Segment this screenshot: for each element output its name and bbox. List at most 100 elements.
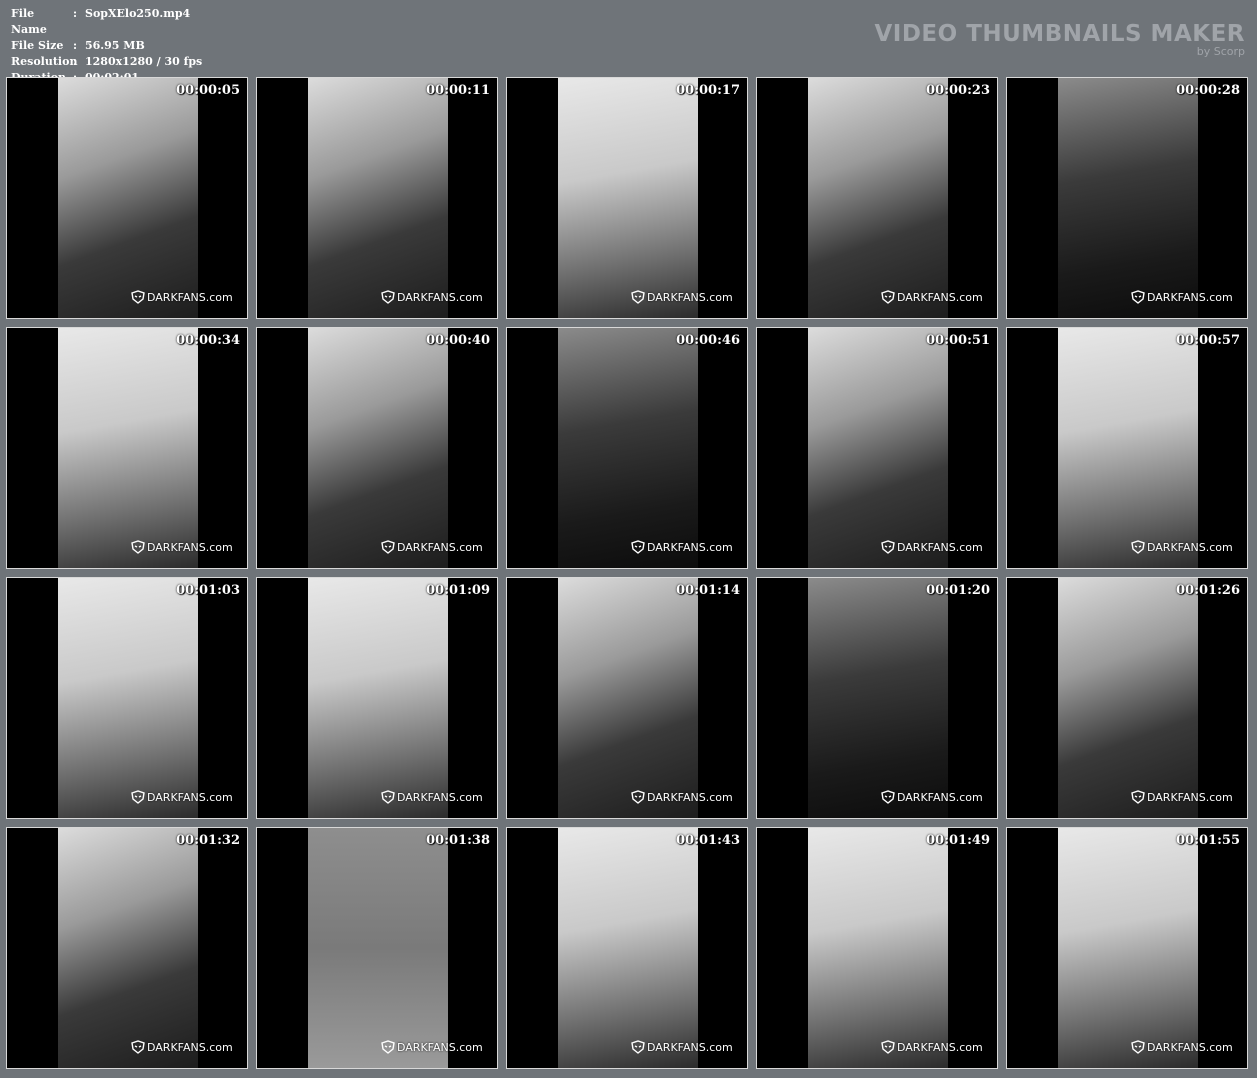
watermark: DARKFANS.com xyxy=(631,290,733,304)
watermark: DARKFANS.com xyxy=(631,540,733,554)
mask-icon xyxy=(881,1040,895,1054)
info-row-file-size: File Size : 56.95 MB xyxy=(11,38,202,54)
mask-icon xyxy=(881,290,895,304)
thumbnail[interactable]: 00:01:20 DARKFANS.com xyxy=(756,577,998,819)
thumbnail[interactable]: 00:01:38 DARKFANS.com xyxy=(256,827,498,1069)
thumbnail[interactable]: 00:01:55 DARKFANS.com xyxy=(1006,827,1248,1069)
timestamp: 00:01:43 xyxy=(676,833,740,848)
timestamp: 00:00:28 xyxy=(1176,83,1240,98)
mask-icon xyxy=(1131,1040,1145,1054)
watermark-text: DARKFANS.com xyxy=(397,290,483,304)
watermark: DARKFANS.com xyxy=(381,290,483,304)
info-separator: : xyxy=(73,7,78,20)
video-frame xyxy=(308,828,448,1068)
info-value: 1280x1280 / 30 fps xyxy=(85,55,203,68)
mask-icon xyxy=(131,540,145,554)
thumbnail[interactable]: 00:01:26 DARKFANS.com xyxy=(1006,577,1248,819)
thumbnail[interactable]: 00:00:05 DARKFANS.com xyxy=(6,77,248,319)
watermark-text: DARKFANS.com xyxy=(147,1040,233,1054)
video-frame xyxy=(58,828,198,1068)
watermark-text: DARKFANS.com xyxy=(647,790,733,804)
timestamp: 00:00:57 xyxy=(1176,333,1240,348)
watermark-text: DARKFANS.com xyxy=(647,1040,733,1054)
timestamp: 00:00:46 xyxy=(676,333,740,348)
thumbnail[interactable]: 00:00:11 DARKFANS.com xyxy=(256,77,498,319)
mask-icon xyxy=(881,540,895,554)
thumbnail[interactable]: 00:00:40 DARKFANS.com xyxy=(256,327,498,569)
info-row-file-name: File Name : SopXElo250.mp4 xyxy=(11,6,202,38)
watermark: DARKFANS.com xyxy=(1131,540,1233,554)
video-frame xyxy=(308,78,448,318)
timestamp: 00:01:14 xyxy=(676,583,740,598)
timestamp: 00:00:34 xyxy=(176,333,240,348)
watermark: DARKFANS.com xyxy=(381,790,483,804)
mask-icon xyxy=(631,1040,645,1054)
watermark-text: DARKFANS.com xyxy=(1147,540,1233,554)
thumbnail[interactable]: 00:00:57 DARKFANS.com xyxy=(1006,327,1248,569)
watermark-text: DARKFANS.com xyxy=(647,540,733,554)
thumbnail[interactable]: 00:01:03 DARKFANS.com xyxy=(6,577,248,819)
thumbnail[interactable]: 00:01:49 DARKFANS.com xyxy=(756,827,998,1069)
info-separator: : xyxy=(73,55,78,68)
watermark-text: DARKFANS.com xyxy=(147,790,233,804)
mask-icon xyxy=(881,790,895,804)
video-frame xyxy=(808,828,948,1068)
info-value: SopXElo250.mp4 xyxy=(85,7,191,20)
thumbnail[interactable]: 00:01:09 DARKFANS.com xyxy=(256,577,498,819)
timestamp: 00:01:49 xyxy=(926,833,990,848)
thumbnail[interactable]: 00:00:46 DARKFANS.com xyxy=(506,327,748,569)
mask-icon xyxy=(1131,290,1145,304)
thumbnail[interactable]: 00:01:43 DARKFANS.com xyxy=(506,827,748,1069)
timestamp: 00:01:38 xyxy=(426,833,490,848)
watermark-text: DARKFANS.com xyxy=(397,1040,483,1054)
timestamp: 00:00:11 xyxy=(426,83,490,98)
watermark: DARKFANS.com xyxy=(631,1040,733,1054)
watermark-text: DARKFANS.com xyxy=(1147,290,1233,304)
info-key: File Size xyxy=(11,39,64,52)
timestamp: 00:01:26 xyxy=(1176,583,1240,598)
watermark-text: DARKFANS.com xyxy=(147,540,233,554)
watermark-text: DARKFANS.com xyxy=(647,290,733,304)
mask-icon xyxy=(381,540,395,554)
thumbnail[interactable]: 00:01:32 DARKFANS.com xyxy=(6,827,248,1069)
thumbnail[interactable]: 00:00:17 DARKFANS.com xyxy=(506,77,748,319)
mask-icon xyxy=(631,790,645,804)
mask-icon xyxy=(381,790,395,804)
video-frame xyxy=(558,78,698,318)
video-frame xyxy=(1058,828,1198,1068)
video-frame xyxy=(558,578,698,818)
watermark: DARKFANS.com xyxy=(131,290,233,304)
video-frame xyxy=(58,578,198,818)
watermark-text: DARKFANS.com xyxy=(897,540,983,554)
thumbnail[interactable]: 00:00:51 DARKFANS.com xyxy=(756,327,998,569)
mask-icon xyxy=(1131,790,1145,804)
video-frame xyxy=(58,78,198,318)
header: File Name : SopXElo250.mp4 File Size : 5… xyxy=(0,0,1257,84)
thumbnail[interactable]: 00:00:28 DARKFANS.com xyxy=(1006,77,1248,319)
video-frame xyxy=(1058,578,1198,818)
info-key: File Name xyxy=(11,7,47,36)
timestamp: 00:00:17 xyxy=(676,83,740,98)
thumbnail[interactable]: 00:00:34 DARKFANS.com xyxy=(6,327,248,569)
timestamp: 00:01:03 xyxy=(176,583,240,598)
mask-icon xyxy=(131,790,145,804)
mask-icon xyxy=(131,1040,145,1054)
thumbnail[interactable]: 00:00:23 DARKFANS.com xyxy=(756,77,998,319)
timestamp: 00:00:51 xyxy=(926,333,990,348)
video-frame xyxy=(58,328,198,568)
brand-title: VIDEO THUMBNAILS MAKER xyxy=(874,21,1245,47)
video-frame xyxy=(808,578,948,818)
video-frame xyxy=(308,328,448,568)
info-key: Resolution xyxy=(11,55,78,68)
watermark-text: DARKFANS.com xyxy=(897,790,983,804)
timestamp: 00:01:09 xyxy=(426,583,490,598)
file-info: File Name : SopXElo250.mp4 File Size : 5… xyxy=(11,6,202,86)
thumbnail[interactable]: 00:01:14 DARKFANS.com xyxy=(506,577,748,819)
watermark: DARKFANS.com xyxy=(881,290,983,304)
watermark: DARKFANS.com xyxy=(131,540,233,554)
video-frame xyxy=(1058,328,1198,568)
mask-icon xyxy=(381,1040,395,1054)
watermark: DARKFANS.com xyxy=(1131,790,1233,804)
watermark: DARKFANS.com xyxy=(381,540,483,554)
timestamp: 00:00:23 xyxy=(926,83,990,98)
